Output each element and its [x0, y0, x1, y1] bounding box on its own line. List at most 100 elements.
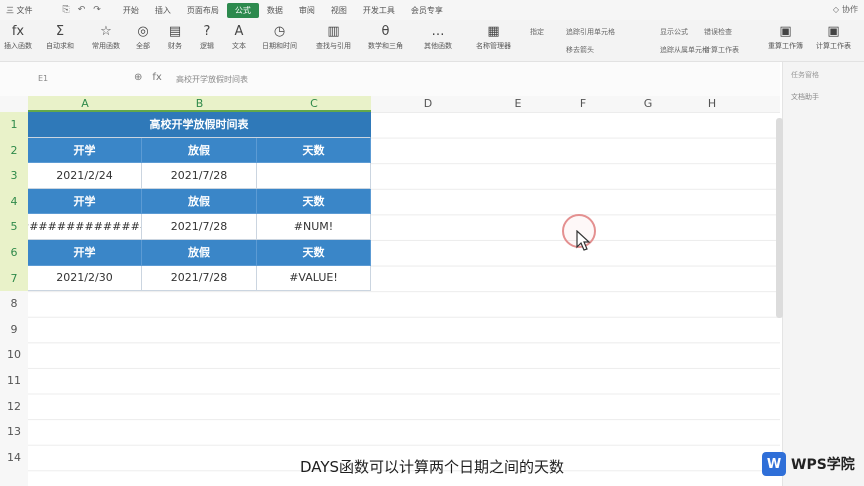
- column-header-d[interactable]: D: [371, 96, 485, 112]
- row-header-12[interactable]: 12: [0, 394, 28, 420]
- value-cell-a[interactable]: 2021/2/24: [28, 163, 142, 189]
- mouse-cursor-icon: [576, 230, 591, 251]
- row-header-13[interactable]: 13: [0, 419, 28, 445]
- file-menu-label: 三 文件: [6, 5, 33, 15]
- tab-1[interactable]: 插入: [147, 3, 179, 18]
- ribbon-button-11[interactable]: ▦ 名称管理器: [476, 23, 511, 59]
- ribbon-button-11-label: 名称管理器: [476, 42, 511, 50]
- ribbon-button-7[interactable]: ◷ 日期和时间: [262, 23, 297, 59]
- row-header-1[interactable]: 1: [0, 112, 28, 138]
- value-cell-b[interactable]: 2021/7/28: [142, 214, 257, 240]
- table-row: 开学 放假 天数: [28, 239, 371, 266]
- tab-3[interactable]: 公式: [226, 2, 259, 18]
- ribbon-button-2[interactable]: ☆ 常用函数: [92, 23, 120, 59]
- task-pane-item[interactable]: 文档助手: [791, 92, 819, 102]
- ribbon-button-3-icon: ◎: [137, 24, 149, 39]
- header-cell-a[interactable]: 开学: [28, 137, 142, 164]
- column-header-c[interactable]: C: [257, 96, 371, 112]
- collaborate-button[interactable]: ◇ 协作: [833, 4, 858, 15]
- ribbon-button-1[interactable]: Σ 自动求和: [46, 23, 74, 59]
- zoom-icon[interactable]: ⊕: [134, 72, 142, 83]
- ribbon-button-0-label: 插入函数: [4, 42, 32, 50]
- fx-icon[interactable]: fx: [152, 72, 161, 83]
- vertical-scrollbar[interactable]: [776, 118, 783, 318]
- brand-name: WPS学院: [791, 457, 855, 473]
- formula-bar-icons: ⊕ fx: [134, 72, 162, 83]
- header-cell-b[interactable]: 放假: [142, 137, 257, 164]
- save-icon[interactable]: ⎘: [63, 5, 70, 15]
- value-cell-a[interactable]: ##############: [28, 214, 142, 240]
- tab-6[interactable]: 视图: [323, 3, 355, 18]
- ribbon-button-6[interactable]: A 文本: [232, 23, 246, 59]
- ribbon-button-8[interactable]: ▥ 查找与引用: [316, 23, 351, 59]
- value-cell-a[interactable]: 2021/2/30: [28, 265, 142, 292]
- row-header-3[interactable]: 3: [0, 163, 28, 189]
- tab-7[interactable]: 开发工具: [355, 3, 403, 18]
- column-header-e[interactable]: E: [485, 96, 551, 112]
- ribbon-button-0-icon: fx: [11, 24, 25, 39]
- ribbon-right-button-0[interactable]: ▣ 重算工作簿: [768, 23, 803, 59]
- ribbon-small-item-5[interactable]: 错误检查: [704, 27, 732, 37]
- ribbon-small-item-3[interactable]: 显示公式: [660, 27, 688, 37]
- header-cell-a[interactable]: 开学: [28, 239, 142, 266]
- header-cell-a[interactable]: 开学: [28, 188, 142, 215]
- name-box[interactable]: E1: [38, 74, 48, 83]
- row-header-9[interactable]: 9: [0, 317, 28, 343]
- table-title[interactable]: 高校开学放假时间表: [28, 112, 371, 138]
- formula-input[interactable]: 高校开学放假时间表: [176, 74, 248, 85]
- ribbon-button-4[interactable]: ▤ 财务: [168, 23, 182, 59]
- value-cell-b[interactable]: 2021/7/28: [142, 265, 257, 292]
- column-header-b[interactable]: B: [142, 96, 257, 112]
- redo-icon[interactable]: ↷: [93, 5, 101, 15]
- tab-2[interactable]: 页面布局: [179, 3, 227, 18]
- table-row: 2021/2/24 2021/7/28: [28, 163, 371, 189]
- header-cell-c[interactable]: 天数: [257, 137, 371, 164]
- row-header-2[interactable]: 2: [0, 137, 28, 164]
- row-header-8[interactable]: 8: [0, 291, 28, 317]
- value-cell-c[interactable]: #VALUE!: [257, 265, 371, 292]
- ribbon-button-3[interactable]: ◎ 全部: [136, 23, 150, 59]
- tab-8[interactable]: 会员专享: [403, 3, 451, 18]
- column-header-h[interactable]: H: [681, 96, 743, 112]
- file-menu[interactable]: 三 文件: [0, 5, 43, 16]
- ribbon-tabs: 开始 插入 页面布局 公式 数据 审阅 视图 开发工具 会员专享: [115, 2, 451, 18]
- value-cell-c[interactable]: #NUM!: [257, 214, 371, 240]
- spreadsheet-app: 三 文件 ⎘ ↶ ↷ 开始 插入 页面布局 公式 数据 审阅 视图 开发工具 会员专享 ◇ 协作…: [0, 0, 864, 486]
- tab-4[interactable]: 数据: [259, 3, 291, 18]
- ribbon-button-0[interactable]: fx 插入函数: [4, 23, 32, 59]
- row-header-5[interactable]: 5: [0, 214, 28, 240]
- value-cell-c[interactable]: [257, 163, 371, 189]
- ribbon-button-6-label: 文本: [232, 42, 246, 50]
- wps-academy-brand: W WPS学院: [762, 452, 855, 476]
- row-header-11[interactable]: 11: [0, 368, 28, 394]
- header-cell-b[interactable]: 放假: [142, 188, 257, 215]
- header-cell-c[interactable]: 天数: [257, 188, 371, 215]
- row-header-6[interactable]: 6: [0, 240, 28, 266]
- calc-icon: ▣: [779, 24, 792, 39]
- row-header-10[interactable]: 10: [0, 342, 28, 368]
- column-header-a[interactable]: A: [28, 96, 142, 112]
- tab-5[interactable]: 审阅: [291, 3, 323, 18]
- header-cell-b[interactable]: 放假: [142, 239, 257, 266]
- row-header-7[interactable]: 7: [0, 265, 28, 292]
- table-row: 2021/2/30 2021/7/28 #VALUE!: [28, 265, 371, 292]
- ribbon-small-item-1[interactable]: 追踪引用单元格: [566, 27, 615, 37]
- table-row: 开学 放假 天数: [28, 188, 371, 215]
- ribbon-right-button-1[interactable]: ▣ 计算工作表: [816, 23, 851, 59]
- undo-icon[interactable]: ↶: [78, 5, 86, 15]
- row-header-4[interactable]: 4: [0, 188, 28, 215]
- ribbon-button-2-icon: ☆: [100, 24, 112, 39]
- header-cell-c[interactable]: 天数: [257, 239, 371, 266]
- column-header-g[interactable]: G: [615, 96, 681, 112]
- row-headers: 1 2 3 4 5 6 7 8 9 10 11 12 13 14: [0, 112, 28, 486]
- value-cell-b[interactable]: 2021/7/28: [142, 163, 257, 189]
- ribbon-button-9[interactable]: θ 数学和三角: [368, 23, 403, 59]
- column-header-f[interactable]: F: [551, 96, 615, 112]
- ribbon-button-10[interactable]: … 其他函数: [424, 23, 452, 59]
- ribbon-button-5[interactable]: ? 逻辑: [200, 23, 214, 59]
- ribbon-small-item-4[interactable]: 追踪从属单元格: [660, 45, 709, 55]
- tab-0[interactable]: 开始: [115, 3, 147, 18]
- ribbon-small-item-2[interactable]: 移去箭头: [566, 45, 594, 55]
- ribbon-small-item-6[interactable]: 计算工作表: [704, 45, 739, 55]
- ribbon-small-item-0[interactable]: 指定: [530, 27, 544, 37]
